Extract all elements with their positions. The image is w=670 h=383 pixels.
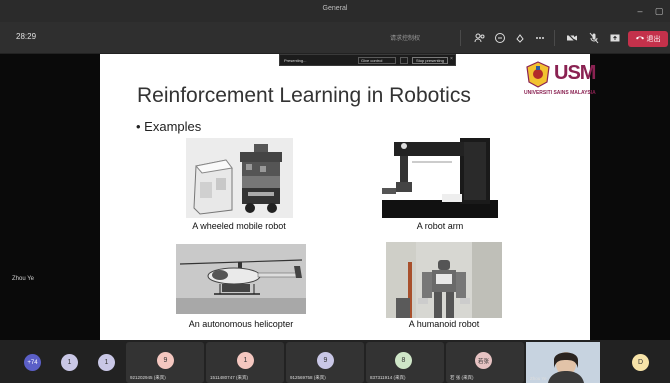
toolbar-divider xyxy=(554,30,555,46)
meeting-toolbar: 28:29 请求控制权 退出 xyxy=(0,22,670,54)
caption-heli: An autonomous helicopter xyxy=(188,319,294,329)
wheeled-robot-image xyxy=(186,138,293,218)
participant-name: 1511480747 (来宾) xyxy=(210,375,248,380)
participant-avatar: 8 xyxy=(395,352,412,369)
participant-avatar: 9 xyxy=(317,352,334,369)
participant-tile[interactable]: 8 837311914 (来宾) xyxy=(366,342,444,383)
leave-label: 退出 xyxy=(646,36,661,43)
participant-tile[interactable]: 9 921202945 (来宾) xyxy=(126,342,204,383)
request-control-text[interactable]: 请求控制权 xyxy=(390,33,420,42)
presenting-bar: Presenting... Give control Stop presenti… xyxy=(279,54,456,66)
share-icon[interactable] xyxy=(605,28,625,48)
slide-title: Reinforcement Learning in Robotics xyxy=(137,84,471,107)
logo-text: UNIVERSITI SAINS MALAYSIA xyxy=(524,90,596,96)
minimize-icon[interactable]: – xyxy=(632,3,648,19)
caption-arm: A robot arm xyxy=(416,221,464,231)
camera-off-icon[interactable] xyxy=(562,28,582,48)
maximize-icon[interactable]: ▢ xyxy=(651,3,667,19)
usm-logo: USM UNIVERSITI SAINS MALAYSIA xyxy=(524,60,596,100)
participant-avatar[interactable]: D xyxy=(632,354,649,371)
participant-name: 若 张 (来宾) xyxy=(450,375,474,380)
chat-icon[interactable] xyxy=(490,28,510,48)
title-bar: General – ▢ xyxy=(0,0,670,22)
window-title: General xyxy=(322,5,348,12)
close-icon[interactable]: × xyxy=(450,56,453,62)
meeting-timer: 28:29 xyxy=(16,32,37,41)
participant-name: 921202945 (来宾) xyxy=(130,375,166,380)
reactions-icon[interactable] xyxy=(510,28,530,48)
participant-avatar[interactable]: 1 xyxy=(98,354,115,371)
stop-presenting-button[interactable]: Stop presenting xyxy=(412,57,448,64)
participant-tile[interactable]: 若张 若 张 (来宾) xyxy=(446,342,524,383)
logo-abbr: USM xyxy=(554,62,596,84)
mic-off-icon[interactable] xyxy=(584,28,604,48)
participant-avatar: 9 xyxy=(157,352,174,369)
presenting-label: Presenting... xyxy=(284,58,307,63)
participant-avatar[interactable]: 1 xyxy=(61,354,78,371)
phone-icon xyxy=(635,35,644,43)
participant-tile[interactable]: 1 1511480747 (来宾) xyxy=(206,342,284,383)
participant-avatar: 若张 xyxy=(475,352,492,369)
participant-tile[interactable]: 9 912569758 (来宾) xyxy=(286,342,364,383)
participant-name: Zhou Ye xyxy=(530,376,547,381)
slide-bullet: • Examples xyxy=(136,119,202,134)
participant-name: 912569758 (来宾) xyxy=(290,375,326,380)
more-icon[interactable] xyxy=(530,28,550,48)
shared-slide: Reinforcement Learning in Robotics • Exa… xyxy=(100,54,596,340)
presenter-name: Zhou Ye xyxy=(12,276,35,282)
participant-name: 837311914 (来宾) xyxy=(370,375,406,380)
caption-wheeled: A wheeled mobile robot xyxy=(192,221,286,231)
participant-avatar: 1 xyxy=(237,352,254,369)
screen-icon[interactable] xyxy=(400,57,408,64)
toolbar-divider xyxy=(460,30,461,46)
robot-arm-image xyxy=(382,138,498,218)
humanoid-robot-image xyxy=(386,242,502,318)
helicopter-image xyxy=(176,244,306,314)
leave-button[interactable]: 退出 xyxy=(628,31,668,47)
give-control-dropdown[interactable]: Give control xyxy=(358,57,396,64)
overflow-count[interactable]: +74 xyxy=(24,354,41,371)
participant-video-tile[interactable]: Zhou Ye xyxy=(526,342,600,383)
people-icon[interactable] xyxy=(470,28,490,48)
caption-humanoid: A humanoid robot xyxy=(408,319,480,329)
